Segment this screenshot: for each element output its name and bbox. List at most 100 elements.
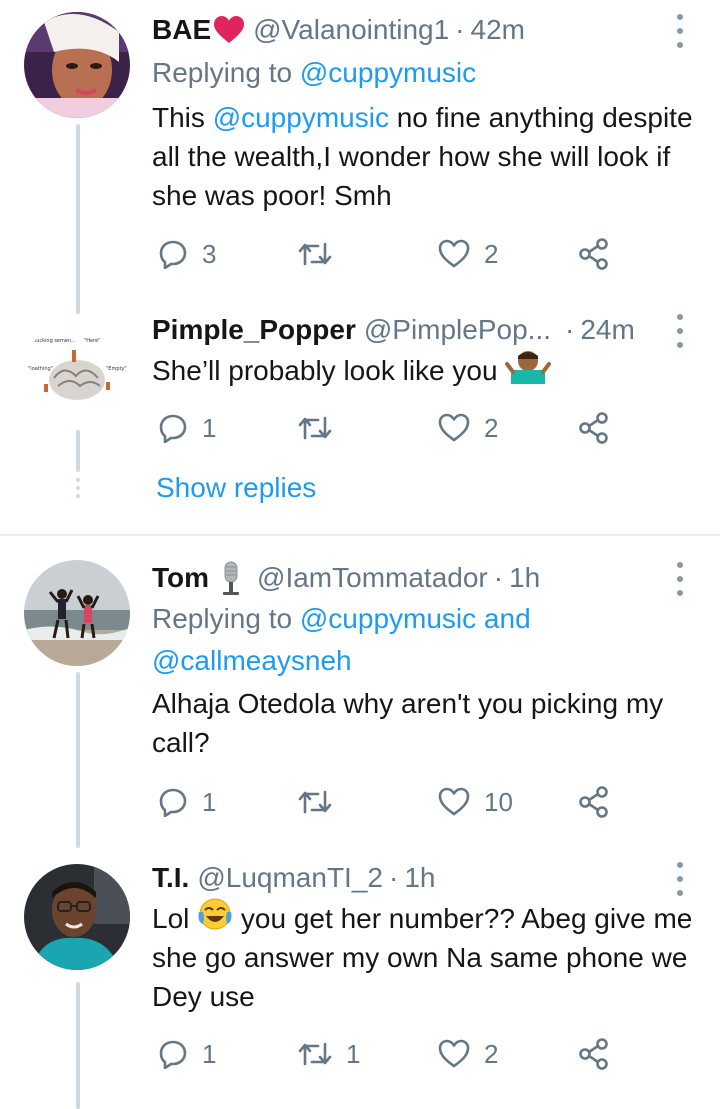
reply-button[interactable]: 1 [158,408,216,448]
share-icon [579,412,608,444]
tweet-bae[interactable]: BAE @Valanointing1 · 42m Replying to @cu… [0,0,720,314]
reply-count: 1 [202,786,217,817]
like-button[interactable]: 2 [438,234,498,274]
reply-button[interactable]: 1 [158,1034,216,1074]
user-handle[interactable]: @Valanointing1 [253,14,449,46]
tweet-header: T.I. @LuqmanTI_2 · 1h [152,858,660,898]
user-handle[interactable]: @LuqmanTI_2 [197,862,383,894]
thread-line [76,672,80,848]
avatar[interactable] [24,560,130,666]
replying-to: Replying to @cuppymusic [152,52,700,94]
like-count: 2 [484,412,499,443]
display-name[interactable]: BAE [152,14,211,46]
more-vertical-icon[interactable] [670,14,690,48]
tweet-header: Tom @IamTommatador · 1h [152,558,660,598]
timestamp[interactable]: 42m [471,14,525,46]
share-icon [579,786,608,818]
like-button[interactable]: 10 [438,782,513,822]
avatar-label: "loathing" [28,366,53,372]
separator-dot: · [388,862,399,893]
reply-icon [159,788,187,817]
share-button[interactable] [578,782,610,822]
mention-link[interactable]: @callmeaysneh [152,645,352,676]
like-button[interactable]: 2 [438,408,498,448]
replying-to: Replying to @cuppymusic and @callmeaysne… [152,598,700,682]
avatar[interactable]: .sucking semen.. "Here" "loathing" "Empt… [24,320,130,426]
tweet-text-start: This [152,102,213,133]
tweet-text: Alhaja Otedola why aren't you picking my… [152,684,698,762]
person-shrugging-emoji-icon [505,351,552,384]
replying-to-prefix: Replying to [152,603,300,634]
share-button[interactable] [578,408,610,448]
retweet-icon [298,790,332,814]
user-handle[interactable]: @PimplePop... [364,314,551,346]
tweet-pimple-popper[interactable]: .sucking semen.. "Here" "loathing" "Empt… [0,300,720,530]
replying-to-and[interactable]: and [476,603,531,634]
heart-outline-icon [438,787,470,816]
red-heart-emoji-icon [214,16,245,43]
heart-outline-icon [438,1039,470,1068]
avatar-label: .sucking semen.. [32,338,75,344]
show-replies-link[interactable]: Show replies [156,472,316,504]
mention-link[interactable]: @cuppymusic [300,57,476,88]
display-name[interactable]: T.I. [152,862,189,894]
reply-icon [159,240,187,269]
thread-line [76,430,80,472]
separator-dot: · [565,314,575,345]
more-vertical-icon[interactable] [670,562,690,596]
replying-to-prefix: Replying to [152,57,300,88]
display-name[interactable]: Tom [152,562,209,594]
mention-link[interactable]: @cuppymusic [300,603,476,634]
thread-dots [76,478,80,502]
microphone-emoji-icon [223,561,240,595]
avatar[interactable] [24,12,130,118]
avatar[interactable] [24,864,130,970]
share-button[interactable] [578,234,610,274]
tweet-text-rest: you get her number?? Abeg give me she go… [152,903,693,1012]
display-name[interactable]: Pimple_Popper [152,314,356,346]
reply-count: 3 [202,238,217,269]
share-button[interactable] [578,1034,610,1074]
separator-dot: · [493,562,504,593]
more-vertical-icon[interactable] [670,314,690,348]
timestamp[interactable]: 1h [404,862,435,894]
retweet-button[interactable]: 1 [298,1034,360,1074]
tweet-text: She’ll probably look like you [152,350,698,390]
thread-line [76,124,80,314]
heart-outline-icon [438,413,470,442]
tweet-text: This @cuppymusic no fine anything despit… [152,98,698,215]
tweet-text: Lol you get her number?? Abeg give me sh… [152,898,698,1016]
tweet-tom[interactable]: Tom @IamTommatador · 1h Replying to @cup… [0,548,720,848]
tweet-ti[interactable]: T.I. @LuqmanTI_2 · 1h Lol you get her nu… [0,848,720,1109]
separator-dot: · [455,14,465,45]
reply-count: 1 [202,412,217,443]
like-button[interactable]: 2 [438,1034,498,1074]
avatar-label: "Empty" [106,366,127,372]
retweet-button[interactable] [298,234,346,274]
divider [0,534,720,536]
tweet-actions: 1 10 [152,782,632,822]
retweet-icon [298,1042,332,1066]
user-handle[interactable]: @IamTommatador [257,562,488,594]
like-count: 2 [484,1038,499,1069]
retweet-button[interactable] [298,782,346,822]
reply-button[interactable]: 1 [158,782,216,822]
reply-icon [159,414,187,443]
tweet-header: BAE @Valanointing1 · 42m [152,10,660,50]
heart-outline-icon [438,239,470,268]
timestamp[interactable]: 1h [509,562,540,594]
tweet-text-content: She’ll probably look like you [152,355,498,386]
reply-icon [159,1040,187,1069]
thread-line [76,982,80,1109]
timestamp[interactable]: 24m [580,314,634,346]
share-icon [579,1038,608,1070]
retweet-icon [298,242,332,266]
retweet-button[interactable] [298,408,346,448]
more-vertical-icon[interactable] [670,862,690,896]
share-icon [579,238,608,270]
mention-link[interactable]: @cuppymusic [213,102,389,133]
tweet-actions: 3 2 [152,234,632,274]
reply-count: 1 [202,1038,217,1069]
reply-button[interactable]: 3 [158,234,216,274]
tweet-text-start: Lol [152,903,198,934]
